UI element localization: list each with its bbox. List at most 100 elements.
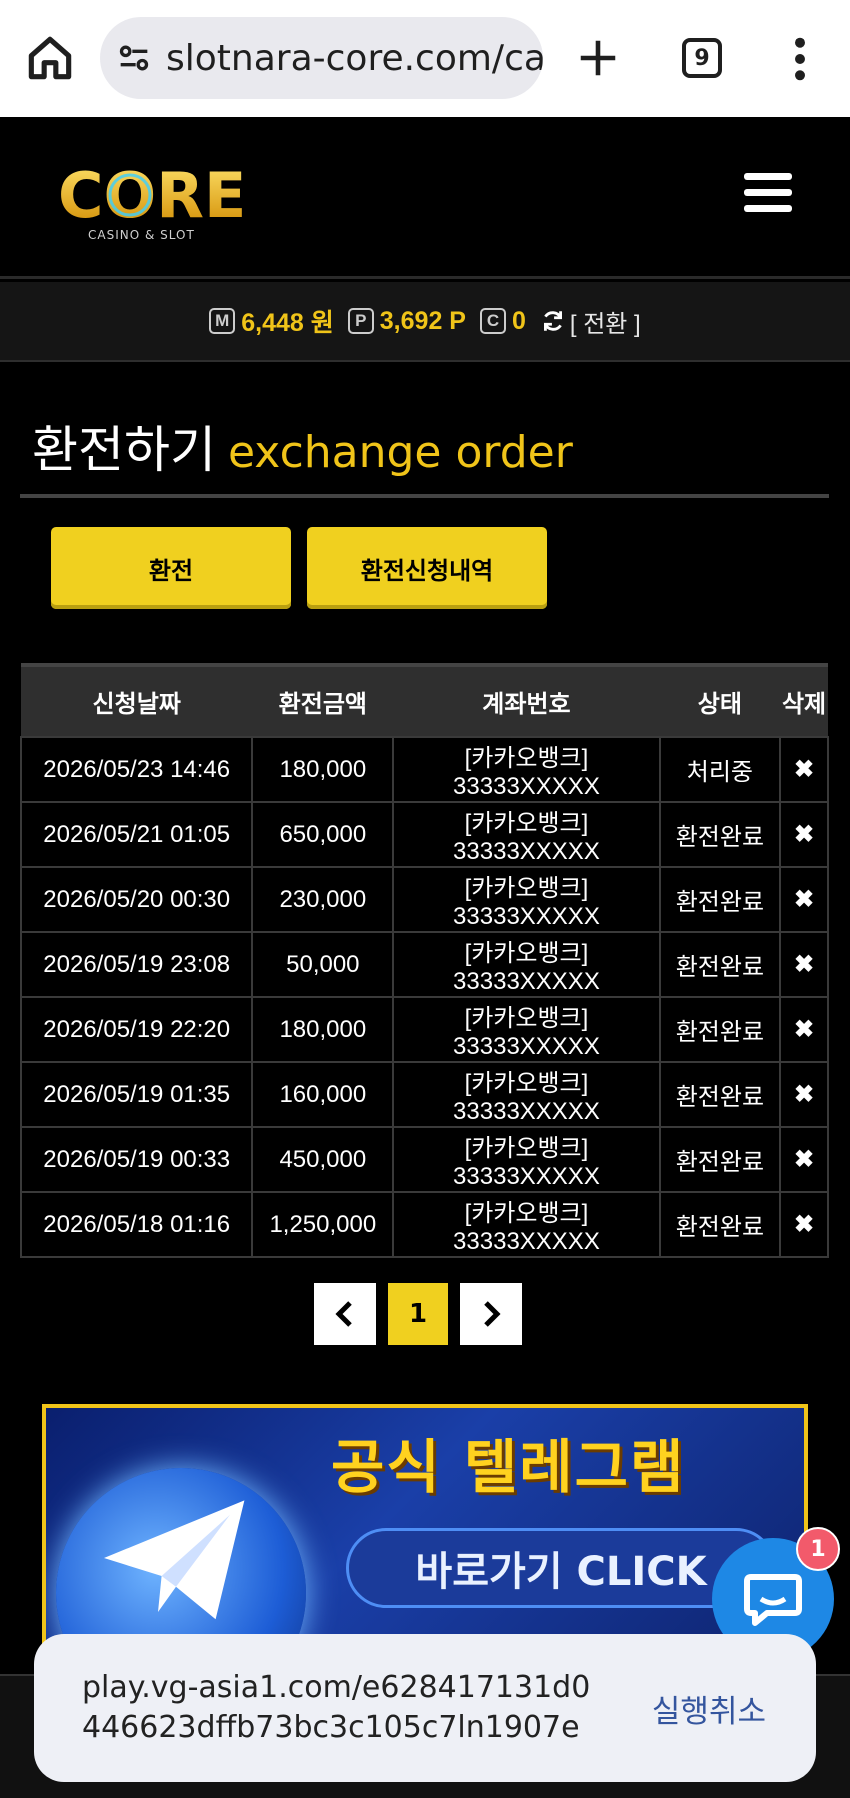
- coin-balance: C 0: [479, 306, 526, 336]
- site-settings-icon[interactable]: [114, 38, 154, 78]
- table-row: 2026/05/18 01:16 1,250,000 [카카오뱅크] 33333…: [19, 1191, 829, 1258]
- refresh-icon: [543, 311, 562, 331]
- more-menu-icon[interactable]: [792, 36, 808, 82]
- cell-amount: 180,000: [251, 736, 395, 803]
- cell-status: 환전완료: [658, 1126, 782, 1193]
- delete-icon[interactable]: ✖: [779, 801, 829, 868]
- cell-amount: 50,000: [251, 931, 395, 998]
- cell-amount: 160,000: [251, 1061, 395, 1128]
- exchange-button[interactable]: 환전: [51, 527, 291, 609]
- telegram-plane-icon: [104, 1500, 245, 1620]
- table-header-row: 신청날짜 환전금액 계좌번호 상태 삭제: [21, 663, 828, 737]
- cell-account: [카카오뱅크] 33333XXXXX: [392, 996, 661, 1063]
- money-icon: M: [209, 308, 236, 334]
- title-divider: [20, 494, 829, 498]
- table-row: 2026/05/23 14:46 180,000 [카카오뱅크] 33333XX…: [19, 736, 829, 803]
- new-tab-icon[interactable]: [575, 35, 621, 81]
- next-page-button[interactable]: [460, 1283, 522, 1345]
- prev-page-button[interactable]: [314, 1283, 376, 1345]
- delete-icon[interactable]: ✖: [779, 931, 829, 998]
- cell-amount: 650,000: [251, 801, 395, 868]
- delete-icon[interactable]: ✖: [779, 866, 829, 933]
- cell-date: 2026/05/19 00:33: [19, 1126, 254, 1193]
- cell-account: [카카오뱅크] 33333XXXXX: [392, 1061, 661, 1128]
- tab-switcher-button[interactable]: 9: [682, 38, 722, 78]
- logo-text: CORE: [58, 159, 246, 232]
- page-title: 환전하기 exchange order: [32, 410, 573, 482]
- cell-date: 2026/05/23 14:46: [19, 736, 254, 803]
- table-row: 2026/05/20 00:30 230,000 [카카오뱅크] 33333XX…: [19, 866, 829, 933]
- cell-status: 환전완료: [658, 1061, 782, 1128]
- cell-amount: 230,000: [251, 866, 395, 933]
- cell-account: [카카오뱅크] 33333XXXXX: [392, 866, 661, 933]
- chat-notification-badge: 1: [796, 1527, 840, 1571]
- banner-subtitle: 바로가기 CLICK: [415, 1549, 707, 1595]
- chevron-right-icon: [484, 1301, 501, 1327]
- header-status: 상태: [659, 663, 781, 737]
- site-header: CORE CASINO & SLOT: [0, 117, 850, 279]
- cell-status: 환전완료: [658, 931, 782, 998]
- cell-date: 2026/05/18 01:16: [19, 1191, 254, 1258]
- delete-icon[interactable]: ✖: [779, 1191, 829, 1258]
- delete-icon[interactable]: ✖: [779, 1126, 829, 1193]
- convert-button[interactable]: [ 전환 ]: [540, 304, 641, 339]
- logo-subtitle: CASINO & SLOT: [88, 228, 195, 242]
- home-icon[interactable]: [22, 30, 78, 86]
- cell-status: 환전완료: [658, 1191, 782, 1258]
- cell-account: [카카오뱅크] 33333XXXXX: [392, 931, 661, 998]
- coin-value: 0: [511, 306, 526, 335]
- page-title-english: exchange order: [228, 427, 573, 478]
- pagination: 1: [314, 1283, 522, 1345]
- exchange-history-table: 신청날짜 환전금액 계좌번호 상태 삭제 2026/05/23 14:46 18…: [19, 663, 829, 1258]
- cell-account: [카카오뱅크] 33333XXXXX: [392, 736, 661, 803]
- page-title-korean: 환전하기: [32, 421, 216, 479]
- core-logo[interactable]: CORE CASINO & SLOT: [58, 157, 258, 247]
- cell-date: 2026/05/20 00:30: [19, 866, 254, 933]
- cell-status: 환전완료: [658, 996, 782, 1063]
- money-balance: M 6,448 원: [209, 303, 334, 339]
- table-row: 2026/05/19 00:33 450,000 [카카오뱅크] 33333XX…: [19, 1126, 829, 1193]
- header-date: 신청날짜: [21, 663, 253, 737]
- cell-status: 환전완료: [658, 866, 782, 933]
- cell-date: 2026/05/19 22:20: [19, 996, 254, 1063]
- convert-label: [ 전환 ]: [569, 310, 641, 338]
- hamburger-menu-icon[interactable]: [744, 173, 792, 213]
- coin-icon: C: [479, 308, 506, 334]
- telegram-banner[interactable]: 공식 텔레그램 바로가기 CLICK: [42, 1404, 808, 1654]
- page-1-button[interactable]: 1: [388, 1283, 448, 1345]
- cell-date: 2026/05/19 01:35: [19, 1061, 254, 1128]
- download-toast: play.vg-asia1.com/e628417131d0446623dffb…: [34, 1634, 816, 1782]
- cell-account: [카카오뱅크] 33333XXXXX: [392, 801, 661, 868]
- table-row: 2026/05/19 23:08 50,000 [카카오뱅크] 33333XXX…: [19, 931, 829, 998]
- banner-title: 공식 텔레그램: [331, 1433, 686, 1501]
- table-row: 2026/05/21 01:05 650,000 [카카오뱅크] 33333XX…: [19, 801, 829, 868]
- money-value: 6,448 원: [241, 309, 334, 337]
- delete-icon[interactable]: ✖: [779, 996, 829, 1063]
- chevron-left-icon: [335, 1301, 352, 1327]
- point-value: 3,692 P: [379, 306, 466, 335]
- cell-date: 2026/05/21 01:05: [19, 801, 254, 868]
- cell-date: 2026/05/19 23:08: [19, 931, 254, 998]
- exchange-history-button[interactable]: 환전신청내역: [307, 527, 547, 609]
- browser-toolbar: slotnara-core.com/ca 9: [0, 0, 850, 117]
- cell-amount: 450,000: [251, 1126, 395, 1193]
- point-icon: P: [347, 308, 374, 334]
- toast-message: play.vg-asia1.com/e628417131d0446623dffb…: [82, 1670, 591, 1745]
- header-account: 계좌번호: [393, 663, 660, 737]
- table-row: 2026/05/19 22:20 180,000 [카카오뱅크] 33333XX…: [19, 996, 829, 1063]
- delete-icon[interactable]: ✖: [779, 736, 829, 803]
- chat-icon: [744, 1574, 802, 1626]
- address-bar[interactable]: slotnara-core.com/ca: [100, 17, 543, 99]
- cell-account: [카카오뱅크] 33333XXXXX: [392, 1191, 661, 1258]
- balance-bar: M 6,448 원 P 3,692 P C 0 [ 전환 ]: [0, 282, 850, 362]
- url-text: slotnara-core.com/ca: [166, 37, 543, 79]
- cell-amount: 180,000: [251, 996, 395, 1063]
- cell-account: [카카오뱅크] 33333XXXXX: [392, 1126, 661, 1193]
- cell-amount: 1,250,000: [251, 1191, 395, 1258]
- cell-status: 환전완료: [658, 801, 782, 868]
- cell-status: 처리중: [658, 736, 782, 803]
- point-balance: P 3,692 P: [347, 306, 466, 336]
- delete-icon[interactable]: ✖: [779, 1061, 829, 1128]
- undo-button[interactable]: 실행취소: [652, 1686, 766, 1731]
- table-row: 2026/05/19 01:35 160,000 [카카오뱅크] 33333XX…: [19, 1061, 829, 1128]
